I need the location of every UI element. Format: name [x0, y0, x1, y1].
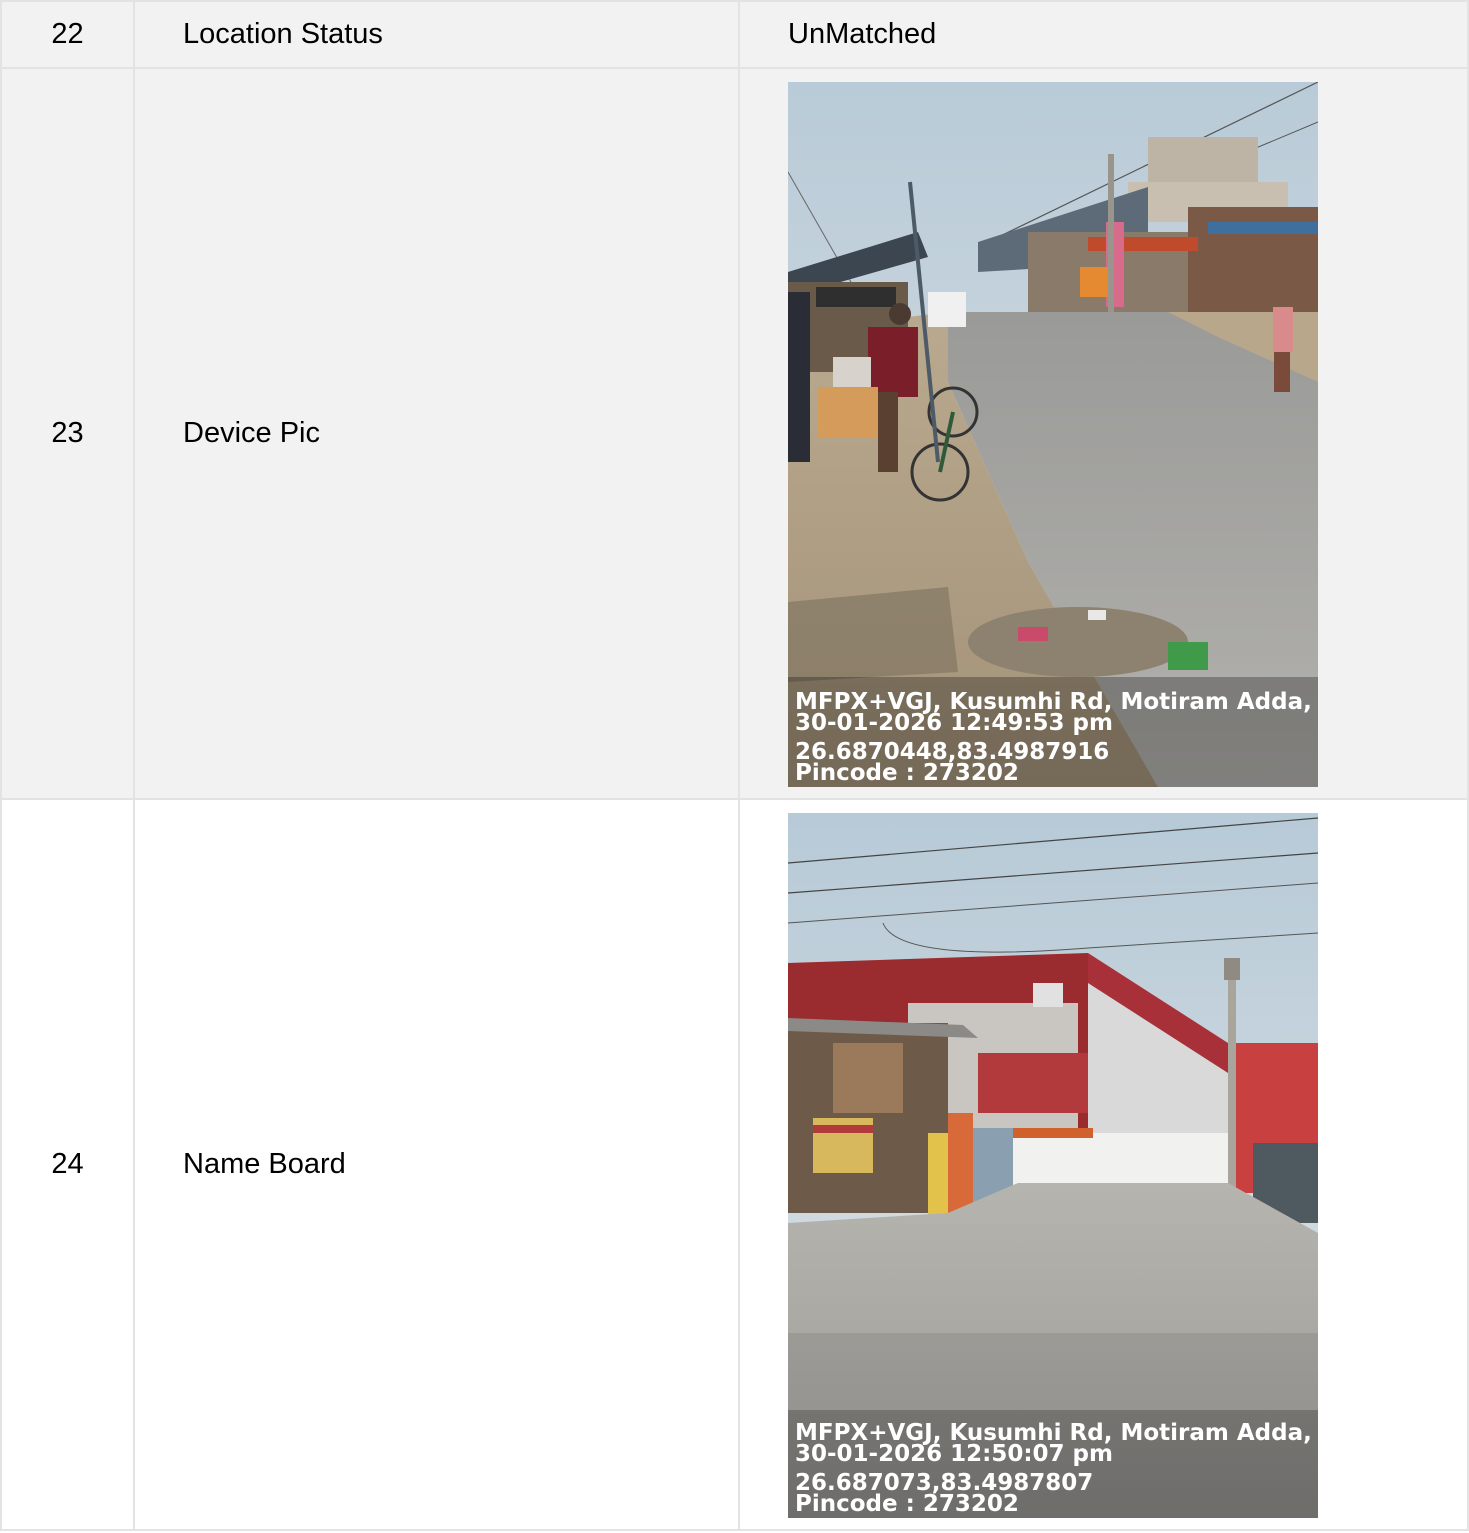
- photo-timestamp: 30-01-2026 12:49:53 pm: [795, 710, 1113, 736]
- photo-timestamp: 30-01-2026 12:50:07 pm: [795, 1441, 1113, 1467]
- row-number: 22: [0, 0, 135, 69]
- field-label: Name Board: [133, 798, 740, 1531]
- field-value: MFPX+VGJ, Kusumhi Rd, Motiram Adda, Utta…: [738, 798, 1469, 1531]
- details-table: 22 Location Status UnMatched 23 Device P…: [0, 0, 1469, 1531]
- table-row: 22 Location Status UnMatched: [0, 0, 1469, 69]
- field-label: Location Status: [133, 0, 740, 69]
- field-label: Device Pic: [133, 67, 740, 800]
- table-row: 24 Name Board MFPX+VGJ, Kusumhi Rd, Moti…: [0, 798, 1469, 1531]
- photo-pincode: Pincode : 273202: [795, 760, 1019, 786]
- field-value: MFPX+VGJ, Kusumhi Rd, Motiram Adda, Utta…: [738, 67, 1469, 800]
- device-photo[interactable]: MFPX+VGJ, Kusumhi Rd, Motiram Adda, Utta…: [788, 82, 1318, 787]
- name-board-photo[interactable]: MFPX+VGJ, Kusumhi Rd, Motiram Adda, Utta…: [788, 813, 1318, 1518]
- table-row: 23 Device Pic MFPX+VGJ, Kusumhi Rd, Moti…: [0, 67, 1469, 800]
- row-number: 24: [0, 798, 135, 1531]
- row-number: 23: [0, 67, 135, 800]
- field-value: UnMatched: [738, 0, 1469, 69]
- photo-pincode: Pincode : 273202: [795, 1491, 1019, 1517]
